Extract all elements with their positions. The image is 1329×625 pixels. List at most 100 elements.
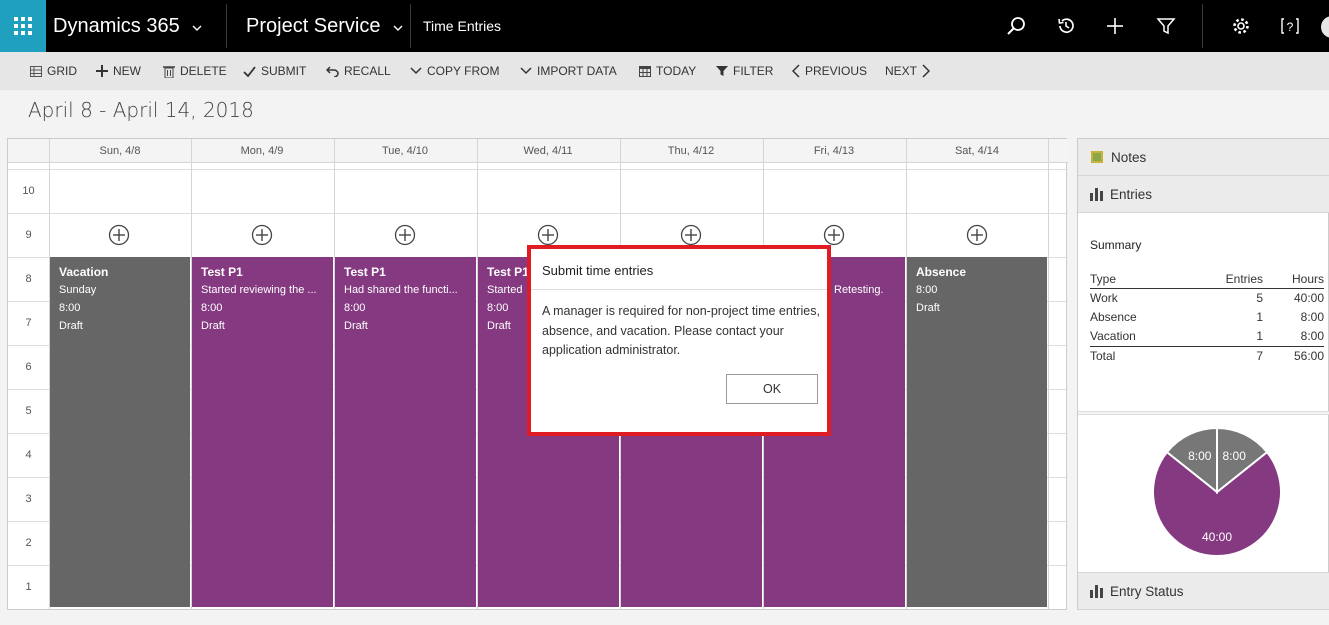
grid-button[interactable]: GRID [30, 64, 77, 78]
day-divider [1048, 139, 1049, 609]
panel-resize-handle[interactable] [1078, 411, 1329, 415]
hour-label: 3 [25, 493, 32, 505]
entry-status: Draft [916, 302, 940, 314]
day-header: Fri, 4/13 [813, 145, 855, 157]
entry-title: Test P1 [344, 265, 386, 279]
filter-button[interactable]: FILTER [716, 64, 773, 78]
dialog-message: A manager is required for non-project ti… [542, 304, 820, 357]
table-row: Absence 1 8:00 [1090, 308, 1324, 327]
recall-button[interactable]: RECALL [326, 64, 391, 78]
trash-icon [163, 65, 175, 78]
notes-label: Notes [1111, 149, 1147, 165]
cell-type: Total [1090, 349, 1116, 363]
hour-label: 9 [25, 229, 32, 241]
submit-button[interactable]: SUBMIT [243, 64, 306, 78]
cell-entries: 1 [1256, 310, 1263, 324]
column-header: Entries [1225, 272, 1263, 286]
cell-hours: 8:00 [1300, 310, 1324, 324]
add-entry-icon[interactable] [823, 224, 845, 246]
new-button[interactable]: NEW [96, 64, 141, 78]
side-panel: Notes Entries Summary Type Entries Hours… [1077, 138, 1329, 610]
user-avatar[interactable] [1321, 16, 1329, 38]
add-entry-icon[interactable] [108, 224, 130, 246]
entry-description: Sunday [59, 284, 97, 296]
plus-icon[interactable] [1105, 16, 1125, 36]
search-icon[interactable] [1006, 16, 1026, 36]
time-entry-card[interactable]: Absence 8:00 Draft [907, 257, 1047, 607]
gear-icon[interactable] [1231, 16, 1251, 36]
table-header-row: Type Entries Hours [1090, 270, 1324, 289]
notes-icon [1090, 150, 1105, 164]
add-entry-icon[interactable] [966, 224, 988, 246]
delete-label: DELETE [180, 64, 227, 78]
hour-label: 2 [25, 537, 32, 549]
cell-entries: 5 [1256, 291, 1263, 305]
add-entry-icon[interactable] [394, 224, 416, 246]
entries-section-header[interactable]: Entries [1078, 176, 1329, 213]
app-launcher-button[interactable] [0, 0, 46, 52]
ok-button[interactable]: OK [726, 374, 818, 404]
hour-label: 8 [25, 273, 32, 285]
previous-button[interactable]: PREVIOUS [792, 64, 867, 78]
add-entry-icon[interactable] [251, 224, 273, 246]
cell-type: Vacation [1090, 329, 1136, 343]
entry-description: Had shared the functi... [344, 284, 458, 296]
help-icon[interactable]: ? [1280, 16, 1300, 36]
time-entry-card[interactable]: Test P1 Started reviewing the ... 8:00 D… [192, 257, 333, 607]
entry-status: Draft [201, 320, 225, 332]
entry-hours-pie-chart: 40:00 8:00 8:00 [1152, 427, 1282, 557]
recall-label: RECALL [344, 64, 391, 78]
entry-duration: 8:00 [59, 302, 81, 314]
hour-label: 6 [25, 361, 32, 373]
today-button[interactable]: TODAY [639, 64, 696, 78]
date-range-title: April 8 - April 14, 2018 [28, 98, 254, 122]
time-entry-card[interactable]: Vacation Sunday 8:00 Draft [50, 257, 190, 607]
day-header: Tue, 4/10 [381, 145, 429, 157]
import-data-button[interactable]: IMPORT DATA [520, 64, 617, 78]
history-icon[interactable] [1056, 16, 1076, 36]
summary-title: Summary [1090, 238, 1142, 252]
next-button[interactable]: NEXT [885, 64, 935, 78]
cell-type: Absence [1090, 310, 1137, 324]
area-switcher[interactable]: Project Service [246, 0, 403, 52]
plus-icon [96, 65, 108, 77]
column-header: Type [1090, 272, 1117, 286]
app-switcher[interactable]: Dynamics 365 [53, 0, 202, 52]
top-navigation-bar: Dynamics 365 Project Service Time Entrie… [0, 0, 1329, 52]
delete-button[interactable]: DELETE [163, 64, 227, 78]
entry-status-section-header[interactable]: Entry Status [1078, 572, 1329, 610]
chevron-left-icon [792, 64, 800, 78]
day-header: Mon, 4/9 [240, 145, 284, 157]
entry-description: Started reviewing the ... [201, 284, 317, 296]
grid-label: GRID [47, 64, 77, 78]
pie-slice-label: 40:00 [1202, 530, 1232, 544]
time-entry-card[interactable]: Test P1 Had shared the functi... 8:00 Dr… [335, 257, 476, 607]
chevron-down-icon [393, 18, 403, 34]
notes-section-header[interactable]: Notes [1078, 139, 1329, 176]
entry-duration: 8:00 [201, 302, 223, 314]
entry-duration: 8:00 [344, 302, 366, 314]
filter-icon[interactable] [1156, 16, 1176, 36]
grid-icon [30, 65, 42, 77]
add-entry-icon[interactable] [680, 224, 702, 246]
cell-entries: 1 [1256, 329, 1263, 343]
nav-divider [226, 4, 227, 48]
day-header: Wed, 4/11 [523, 145, 573, 157]
nav-divider [1202, 4, 1203, 48]
day-header: Thu, 4/12 [667, 145, 715, 157]
entry-title: Test P1 [201, 265, 243, 279]
brand-title: Dynamics 365 [53, 14, 180, 37]
entries-label: Entries [1110, 186, 1153, 202]
dialog-divider [531, 289, 827, 290]
chevron-down-icon [520, 67, 532, 75]
entry-title: Vacation [59, 265, 109, 279]
hour-gridline [8, 169, 1068, 170]
table-row: Vacation 1 8:00 [1090, 327, 1324, 346]
copy-from-button[interactable]: COPY FROM [410, 64, 499, 78]
cell-hours: 56:00 [1293, 349, 1324, 363]
entity-breadcrumb[interactable]: Time Entries [423, 0, 501, 52]
entry-title: Absence [916, 265, 967, 279]
cell-hours: 40:00 [1293, 291, 1324, 305]
hour-label: 4 [25, 449, 32, 461]
add-entry-icon[interactable] [537, 224, 559, 246]
